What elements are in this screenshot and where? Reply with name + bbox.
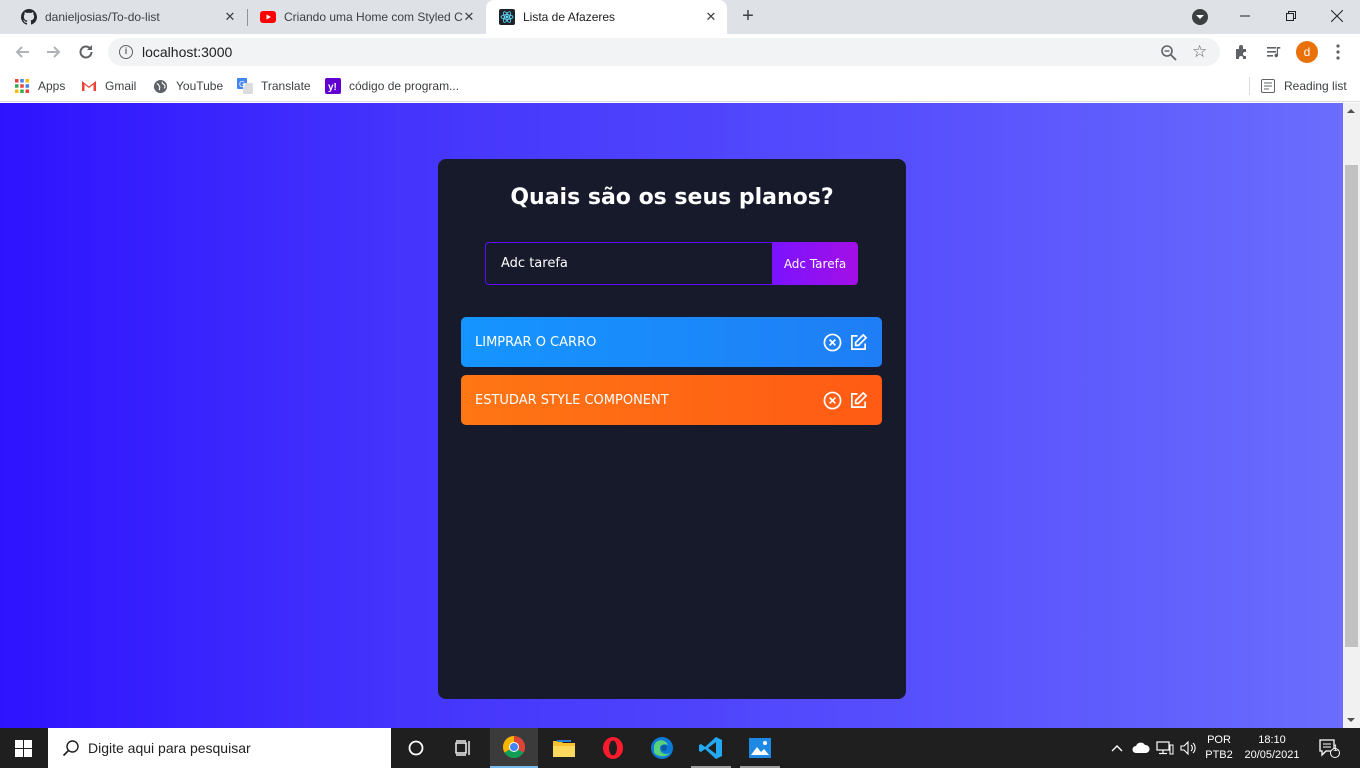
reload-icon[interactable]: [74, 40, 98, 64]
keyboard-layout: PTB2: [1205, 749, 1233, 761]
react-icon: [499, 9, 515, 25]
chevron-up-icon[interactable]: [1106, 728, 1128, 768]
github-icon: [21, 9, 37, 25]
site-info-icon[interactable]: i: [119, 45, 133, 59]
new-tab-icon[interactable]: +: [738, 6, 758, 27]
url-text: localhost:3000: [142, 44, 233, 60]
page-viewport: Quais são os seus planos? Adc Tarefa LIM…: [0, 103, 1343, 728]
clock-date: 20/05/2021: [1244, 749, 1300, 761]
windows-taskbar: Digite aqui para pesquisar POR PTB2 18:1…: [0, 728, 1360, 768]
chrome-taskbar-icon[interactable]: [490, 728, 538, 768]
tab-github[interactable]: danieljosias/To-do-list ✕: [8, 0, 246, 34]
photos-icon[interactable]: [736, 728, 784, 768]
bookmark-label: Translate: [261, 79, 311, 93]
windows-start-icon[interactable]: [15, 740, 32, 757]
task-view-icon[interactable]: [440, 728, 488, 768]
gmail-icon: [81, 78, 97, 94]
search-icon: [62, 739, 80, 762]
tab-strip: danieljosias/To-do-list ✕ Criando uma Ho…: [0, 0, 1360, 34]
bookmark-apps[interactable]: Apps: [14, 76, 65, 96]
todo-item: LIMPRAR O CARRO: [461, 317, 882, 367]
forward-icon[interactable]: [42, 40, 66, 64]
todo-item: ESTUDAR STYLE COMPONENT: [461, 375, 882, 425]
bookmark-label: YouTube: [176, 79, 224, 93]
volume-icon[interactable]: [1178, 728, 1200, 768]
translate-icon: G: [237, 78, 253, 94]
close-tab-icon[interactable]: ✕: [223, 10, 237, 24]
back-icon[interactable]: [10, 40, 34, 64]
yahoo-icon: y!: [325, 78, 341, 94]
divider: [1249, 77, 1250, 95]
globe-icon: [152, 78, 168, 94]
tab-title: danieljosias/To-do-list: [45, 10, 160, 24]
tab-lista-de-afazeres[interactable]: Lista de Afazeres ✕: [486, 0, 727, 34]
clock[interactable]: 18:10 20/05/2021: [1238, 728, 1306, 768]
tab-title: Criando uma Home com Styled C: [284, 10, 463, 24]
edit-icon[interactable]: [848, 332, 868, 352]
scrollbar-thumb[interactable]: [1345, 165, 1358, 647]
file-explorer-icon[interactable]: [540, 728, 588, 768]
page-scrollbar[interactable]: [1343, 103, 1360, 728]
edge-icon[interactable]: [638, 728, 686, 768]
apps-grid-icon: [14, 78, 30, 94]
close-tab-icon[interactable]: ✕: [704, 10, 718, 24]
tab-youtube[interactable]: Criando uma Home com Styled C ✕: [247, 0, 485, 34]
tab-title: Lista de Afazeres: [523, 10, 616, 24]
todo-text: LIMPRAR O CARRO: [475, 334, 597, 350]
tab-search-icon[interactable]: [1192, 9, 1208, 25]
clock-time: 18:10: [1258, 734, 1286, 746]
network-icon[interactable]: [1154, 728, 1176, 768]
svg-text:G: G: [239, 80, 245, 89]
bookmark-gmail[interactable]: Gmail: [81, 76, 136, 96]
bookmark-codigo[interactable]: y! código de program...: [325, 76, 459, 96]
bookmark-translate[interactable]: G Translate: [237, 76, 311, 96]
delete-circle-icon[interactable]: [822, 390, 842, 410]
bookmark-star-icon[interactable]: ☆: [1192, 42, 1207, 62]
onedrive-cloud-icon[interactable]: [1130, 728, 1152, 768]
vscode-icon[interactable]: [687, 728, 735, 768]
bookmark-label: Apps: [38, 79, 66, 93]
opera-icon[interactable]: [589, 728, 637, 768]
browser-toolbar: i localhost:3000 ☆ d: [0, 34, 1360, 70]
reading-list-label: Reading list: [1284, 79, 1347, 93]
notifications-icon[interactable]: 1: [1312, 728, 1346, 768]
bookmark-youtube[interactable]: YouTube: [152, 76, 223, 96]
svg-text:y!: y!: [328, 82, 337, 93]
address-bar[interactable]: i localhost:3000 ☆: [108, 38, 1220, 66]
menu-kebab-icon[interactable]: [1327, 41, 1349, 63]
taskbar-search[interactable]: Digite aqui para pesquisar: [48, 728, 391, 768]
edit-icon[interactable]: [848, 390, 868, 410]
task-input[interactable]: [485, 242, 773, 285]
extensions-icon[interactable]: [1231, 41, 1253, 63]
close-tab-icon[interactable]: ✕: [462, 10, 476, 24]
reading-list-icon: [1260, 78, 1276, 94]
minimize-icon[interactable]: [1222, 0, 1268, 32]
close-window-icon[interactable]: [1314, 0, 1360, 32]
bookmark-label: código de program...: [349, 79, 460, 93]
restore-icon[interactable]: [1268, 0, 1314, 32]
zoom-icon[interactable]: [1160, 44, 1178, 62]
scroll-down-icon[interactable]: [1347, 718, 1355, 722]
add-task-button[interactable]: Adc Tarefa: [772, 242, 858, 285]
bookmarks-bar: Apps Gmail YouTube G Translate y! código…: [0, 70, 1360, 102]
scroll-up-icon[interactable]: [1347, 109, 1355, 113]
media-control-icon[interactable]: [1263, 41, 1285, 63]
search-placeholder: Digite aqui para pesquisar: [88, 740, 251, 756]
todo-form: Adc Tarefa: [485, 242, 858, 285]
page-title: Quais são os seus planos?: [510, 185, 834, 210]
cortana-icon[interactable]: [392, 728, 440, 768]
language-code: POR: [1207, 734, 1231, 746]
todo-app-card: Quais são os seus planos? Adc Tarefa LIM…: [438, 159, 906, 699]
notification-count: 1: [1333, 743, 1339, 753]
language-indicator[interactable]: POR PTB2: [1203, 728, 1235, 768]
todo-text: ESTUDAR STYLE COMPONENT: [475, 392, 669, 408]
reading-list-button[interactable]: Reading list: [1260, 76, 1347, 96]
delete-circle-icon[interactable]: [822, 332, 842, 352]
bookmark-label: Gmail: [105, 79, 137, 93]
youtube-icon: [260, 9, 276, 25]
profile-avatar[interactable]: d: [1296, 41, 1318, 63]
